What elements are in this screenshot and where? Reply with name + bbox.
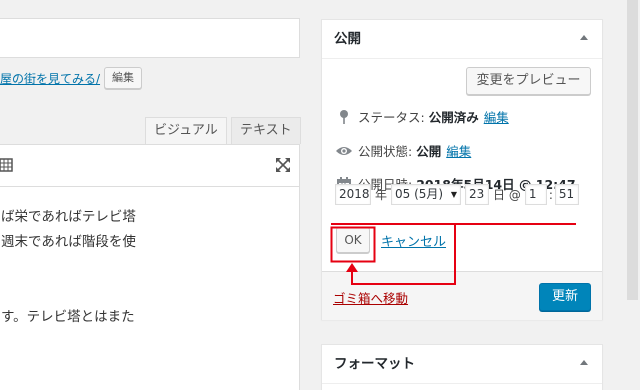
publish-actions: ゴミ箱へ移動 更新: [322, 271, 602, 320]
toolbar-toggle-icon[interactable]: [0, 157, 13, 173]
day-input[interactable]: 23: [465, 184, 490, 205]
year-unit: 年: [375, 188, 388, 202]
permalink-edit-button[interactable]: 編集: [104, 67, 143, 89]
month-select[interactable]: 05 (5月) ▼: [391, 184, 462, 205]
status-value: 公開済み: [428, 110, 479, 125]
permalink: 屋の街を見てみる/ 編集: [0, 67, 143, 89]
content-line: [1, 280, 299, 305]
hour-input[interactable]: 1: [524, 184, 547, 205]
collapse-arrow-icon[interactable]: [580, 35, 588, 40]
cancel-link[interactable]: キャンセル: [381, 231, 446, 250]
visibility-label: 公開状態:: [358, 144, 413, 159]
content-editor[interactable]: ば栄であればテレビ塔 週末であれば階段を使 す。テレビ塔とはまた: [0, 144, 300, 390]
minute-input[interactable]: 51: [554, 184, 579, 205]
content-line: ば栄であればテレビ塔: [1, 209, 136, 225]
post-status-row: ステータス: 公開済み 編集: [334, 107, 509, 126]
editor-content[interactable]: ば栄であればテレビ塔 週末であれば階段を使 す。テレビ塔とはまた: [0, 187, 299, 330]
pin-icon: [334, 108, 354, 126]
post-title-input[interactable]: [0, 18, 300, 58]
content-line: [1, 255, 299, 280]
collapse-arrow-icon[interactable]: [580, 360, 588, 365]
editor-toolbar: [0, 145, 299, 187]
dropdown-arrow-icon: ▼: [450, 190, 458, 199]
ok-button[interactable]: OK: [336, 227, 370, 253]
permalink-link[interactable]: 屋の街を見てみる/: [0, 70, 100, 87]
day-unit: 日 @: [493, 188, 521, 202]
format-box: フォーマット: [321, 344, 603, 390]
tab-text[interactable]: テキスト: [231, 117, 301, 144]
format-box-title: フォーマット: [334, 356, 415, 372]
format-box-header[interactable]: フォーマット: [322, 345, 602, 384]
month-select-value: 05 (5月): [395, 187, 444, 201]
visibility-value: 公開: [416, 144, 442, 159]
eye-icon: [334, 142, 354, 160]
content-line: 週末であれば階段を使: [1, 234, 136, 250]
update-button[interactable]: 更新: [539, 283, 591, 311]
timestamp-editor: 2018 年 05 (5月) ▼ 23 日 @ 1 : 51: [335, 184, 579, 205]
visibility-row: 公開状態: 公開 編集: [334, 141, 471, 160]
visibility-edit-link[interactable]: 編集: [446, 141, 471, 160]
publish-box-title: 公開: [334, 31, 361, 47]
year-input[interactable]: 2018: [335, 184, 371, 205]
content-line: す。テレビ塔とはまた: [1, 309, 135, 325]
tab-visual[interactable]: ビジュアル: [145, 117, 227, 144]
status-edit-link[interactable]: 編集: [484, 107, 509, 126]
preview-changes-button[interactable]: 変更をプレビュー: [466, 67, 591, 95]
publish-box-header[interactable]: 公開: [322, 20, 602, 59]
trash-link[interactable]: ゴミ箱へ移動: [333, 288, 408, 307]
publish-box: 公開 変更をプレビュー ステータス: 公開済み 編集 公開状態: 公開 編集 公…: [321, 19, 603, 320]
page-scrollbar-thumb[interactable]: [627, 0, 638, 300]
fullscreen-icon[interactable]: [275, 157, 291, 173]
time-colon: :: [548, 187, 553, 202]
status-label: ステータス:: [358, 110, 425, 125]
